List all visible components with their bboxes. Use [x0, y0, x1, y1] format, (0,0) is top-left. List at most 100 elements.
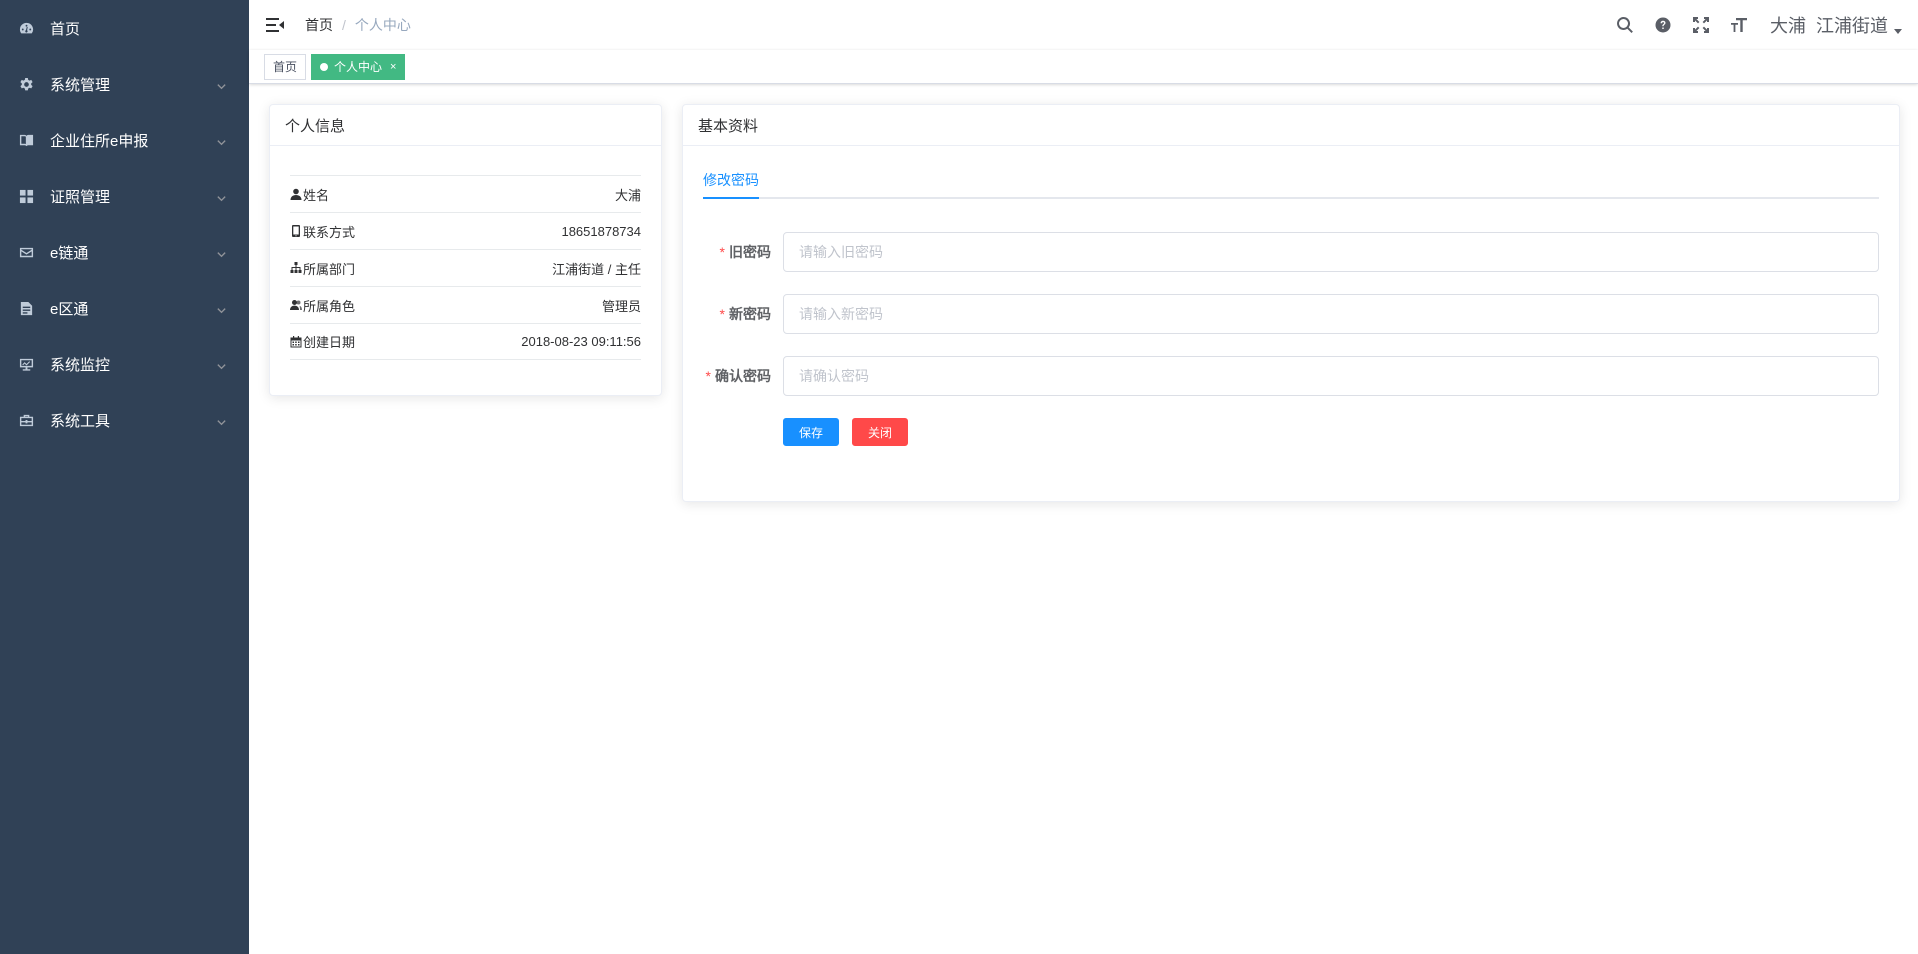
basic-card-title: 基本资料 [683, 105, 1899, 146]
label-text: 确认密码 [715, 368, 771, 384]
old-password-label: * 旧密码 [683, 242, 783, 262]
users-icon [290, 300, 302, 310]
navbar: 首页 / 个人中心 大浦 江浦街道 [249, 0, 1918, 50]
close-icon[interactable]: × [390, 55, 396, 79]
font-size-icon[interactable] [1728, 14, 1750, 36]
list-item: 所属角色 管理员 [290, 286, 641, 323]
document-icon [18, 300, 35, 317]
new-password-row: * 新密码 [683, 294, 1899, 334]
sidebar-item-tools[interactable]: 系统工具 [0, 392, 249, 448]
info-key: 创建日期 [290, 332, 355, 351]
breadcrumb-current: 个人中心 [354, 17, 411, 33]
info-value: 大浦 [614, 187, 641, 203]
sidebar-item-equ[interactable]: e区通 [0, 280, 249, 336]
list-item: 所属部门 江浦街道 / 主任 [290, 249, 641, 286]
required-mark: * [705, 368, 711, 384]
info-key: 所属部门 [290, 259, 355, 278]
app-main: 个人信息 姓名 大浦 联系方式 18651878734 所属部门 江浦街道 / … [249, 84, 1918, 954]
profile-card-title: 个人信息 [270, 105, 661, 146]
sidebar-item-label: 企业住所e申报 [50, 132, 149, 150]
gear-icon [18, 76, 35, 93]
tags-view: 首页 个人中心 × [249, 50, 1918, 84]
info-key-label: 姓名 [303, 187, 330, 203]
list-item: 创建日期 2018-08-23 09:11:56 [290, 323, 641, 360]
info-value: 18651878734 [561, 223, 641, 239]
info-key: 姓名 [290, 185, 329, 204]
question-icon[interactable] [1652, 14, 1674, 36]
list-item: 姓名 大浦 [290, 175, 641, 212]
confirm-password-row: * 确认密码 [683, 356, 1899, 396]
sidebar: 首页 系统管理 企业住所e申报 证照管理 e链通 e区通 系统监控 系统工具 [0, 0, 249, 954]
tree-icon [290, 262, 302, 273]
sidebar-item-system[interactable]: 系统管理 [0, 56, 249, 112]
basic-info-card: 基本资料 修改密码 * 旧密码 * 新密码 * 确认密码 保存 关闭 [682, 104, 1900, 502]
phone-icon [292, 225, 300, 237]
close-button[interactable]: 关闭 [852, 418, 909, 446]
user-dropdown[interactable]: 大浦 江浦街道 [1770, 12, 1902, 38]
hamburger-icon[interactable] [265, 15, 285, 35]
list-item: 联系方式 18651878734 [290, 212, 641, 249]
sidebar-item-label: 系统监控 [50, 356, 111, 374]
info-value: 管理员 [601, 298, 641, 314]
main-container: 首页 / 个人中心 大浦 江浦街道 首页 个人中心 × 个人信息 姓名 大浦 联… [249, 0, 1918, 954]
required-mark: * [719, 306, 725, 322]
toolbox-icon [18, 412, 35, 429]
chevron-down-icon [216, 247, 227, 264]
dashboard-icon [18, 20, 35, 37]
old-password-input[interactable] [783, 232, 1879, 272]
sidebar-item-monitor[interactable]: 系统监控 [0, 336, 249, 392]
sidebar-item-home[interactable]: 首页 [0, 0, 249, 56]
save-button[interactable]: 保存 [783, 418, 840, 446]
info-key-label: 联系方式 [303, 224, 356, 240]
new-password-label: * 新密码 [683, 304, 783, 324]
fullscreen-icon[interactable] [1690, 14, 1712, 36]
confirm-password-input[interactable] [783, 356, 1879, 396]
sidebar-item-label: 证照管理 [50, 188, 111, 206]
new-password-input[interactable] [783, 294, 1879, 334]
active-dot-icon [320, 62, 329, 71]
calendar-icon [290, 335, 302, 347]
old-password-row: * 旧密码 [683, 232, 1899, 272]
username-label: 大浦 江浦街道 [1769, 16, 1888, 36]
tabs: 修改密码 [703, 163, 1879, 199]
info-key-label: 所属部门 [303, 261, 356, 277]
label-text: 新密码 [729, 306, 771, 322]
search-icon[interactable] [1614, 14, 1636, 36]
chevron-down-icon [216, 135, 227, 152]
info-key-label: 创建日期 [303, 335, 356, 350]
grid-icon [18, 188, 35, 205]
sidebar-item-label: 首页 [50, 20, 81, 38]
chevron-down-icon [216, 359, 227, 376]
tag-profile[interactable]: 个人中心 × [311, 53, 406, 80]
tag-home[interactable]: 首页 [264, 53, 307, 80]
required-mark: * [719, 244, 725, 260]
info-key: 所属角色 [290, 296, 355, 315]
profile-card: 个人信息 姓名 大浦 联系方式 18651878734 所属部门 江浦街道 / … [269, 104, 662, 396]
tag-label: 首页 [273, 59, 298, 74]
info-key-label: 所属角色 [303, 298, 356, 314]
tag-label: 个人中心 [334, 59, 383, 74]
sidebar-item-label: 系统管理 [50, 76, 111, 94]
caret-down-icon [1894, 28, 1902, 34]
sidebar-item-enterprise[interactable]: 企业住所e申报 [0, 112, 249, 168]
tab-change-password[interactable]: 修改密码 [703, 163, 759, 199]
form-buttons: 保存 关闭 [783, 418, 1899, 446]
info-value: 江浦街道 / 主任 [552, 261, 641, 277]
book-icon [18, 132, 35, 149]
chevron-down-icon [216, 415, 227, 432]
info-value: 2018-08-23 09:11:56 [521, 334, 641, 349]
breadcrumb-separator: / [342, 17, 346, 33]
user-icon [290, 188, 302, 200]
password-form: * 旧密码 * 新密码 * 确认密码 保存 关闭 [683, 232, 1899, 446]
mail-icon [18, 244, 35, 261]
right-menu: 大浦 江浦街道 [1598, 0, 1902, 50]
breadcrumb: 首页 / 个人中心 [305, 15, 411, 35]
sidebar-item-elian[interactable]: e链通 [0, 224, 249, 280]
label-text: 旧密码 [729, 244, 771, 260]
chevron-down-icon [216, 79, 227, 96]
info-key: 联系方式 [290, 222, 355, 241]
chevron-down-icon [216, 303, 227, 320]
breadcrumb-home[interactable]: 首页 [305, 15, 333, 35]
sidebar-item-license[interactable]: 证照管理 [0, 168, 249, 224]
sidebar-item-label: e链通 [50, 244, 89, 262]
